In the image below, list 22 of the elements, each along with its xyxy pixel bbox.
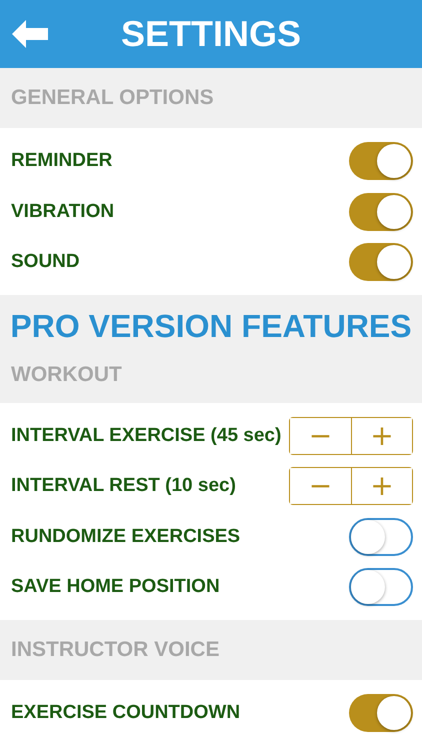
banner-title: PRO VERSION FEATURES (10, 308, 412, 345)
setting-label: INTERVAL EXERCISE (45 sec) (11, 424, 282, 447)
toggle-switch[interactable] (349, 518, 413, 556)
setting-label: SAVE HOME POSITION (11, 576, 220, 598)
setting-label: EXERCISE COUNTDOWN (11, 702, 240, 724)
toggle-switch[interactable] (349, 568, 413, 606)
setting-label: REMINDER (11, 150, 112, 172)
section-title: GENERAL OPTIONS (11, 86, 214, 110)
page-title: SETTINGS (120, 13, 302, 55)
toggle-switch[interactable] (349, 694, 413, 732)
toggle-switch[interactable] (349, 192, 413, 231)
section-title: INSTRUCTOR VOICE (11, 638, 220, 662)
back-arrow-icon[interactable] (12, 20, 48, 48)
setting-label: INTERVAL REST (10 sec) (11, 475, 236, 498)
increment-button[interactable]: + (351, 468, 412, 504)
setting-label: SOUND (11, 251, 80, 274)
toggle-switch[interactable] (349, 142, 413, 180)
toggle-switch[interactable] (349, 243, 413, 282)
setting-label: VIBRATION (11, 200, 114, 223)
increment-button[interactable]: + (351, 418, 412, 454)
section-title: WORKOUT (11, 362, 122, 386)
setting-label: RUNDOMIZE EXERCISES (11, 526, 240, 548)
